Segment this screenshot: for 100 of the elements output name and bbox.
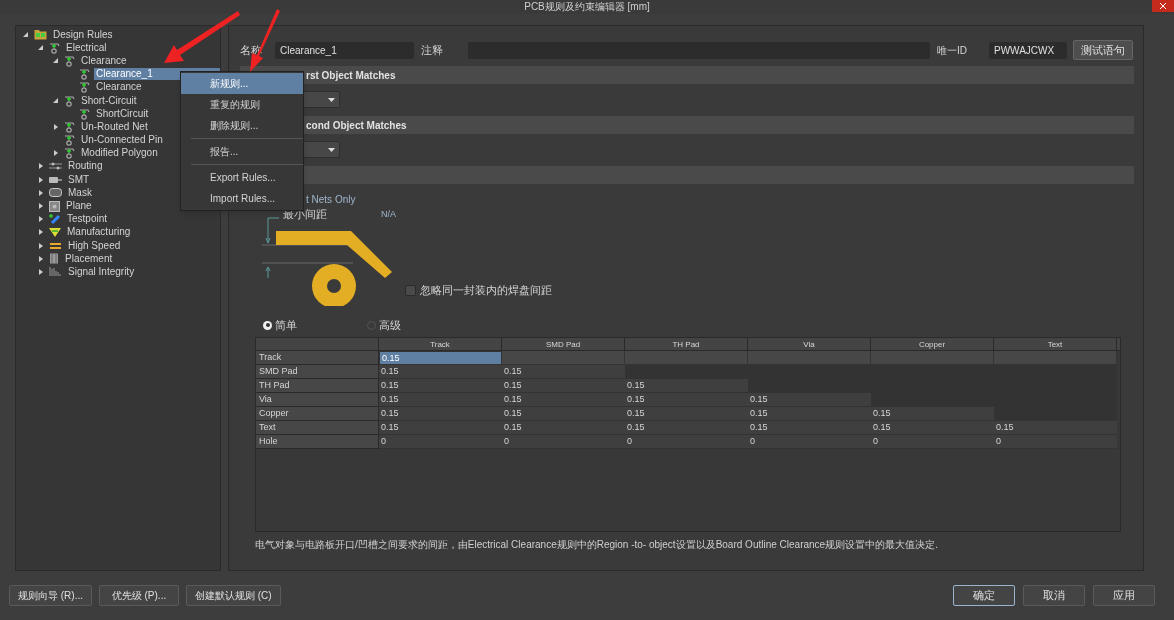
tree-item[interactable]: ShortCircuit	[94, 107, 151, 120]
probe-icon	[49, 213, 61, 226]
dialog-button[interactable]: 取消	[1023, 585, 1085, 606]
table-cell[interactable]: 0	[994, 435, 1117, 449]
table-cell[interactable]: 0.15	[379, 421, 502, 435]
table-cell[interactable]: 0.15	[379, 351, 502, 365]
menu-item[interactable]: 报告...	[181, 141, 303, 162]
table-cell[interactable]: 0.15	[502, 421, 625, 435]
table-cell[interactable]: 0	[625, 435, 748, 449]
menu-item[interactable]: 删除规则...	[181, 115, 303, 136]
dialog-button[interactable]: 规则向导 (R)...	[9, 585, 92, 606]
table-cell[interactable]: 0.15	[625, 421, 748, 435]
unique-id-field[interactable]: PWWAJCWX	[989, 41, 1067, 59]
dialog-button[interactable]: 优先级 (P)...	[99, 585, 179, 606]
min-clearance-value: N/A	[381, 207, 396, 221]
column-header: Text	[994, 338, 1117, 350]
collapse-toggle-icon[interactable]	[52, 96, 60, 105]
dialog-button[interactable]: 应用	[1093, 585, 1155, 606]
expand-toggle-icon[interactable]	[52, 122, 60, 131]
table-cell[interactable]: 0.15	[502, 407, 625, 421]
tree-item[interactable]: SMT	[66, 173, 92, 186]
table-cell[interactable]: 0.15	[994, 421, 1117, 435]
tree-item[interactable]: Manufacturing	[65, 226, 133, 239]
radio-button[interactable]	[263, 320, 272, 330]
expand-toggle-icon[interactable]	[37, 175, 45, 184]
table-cell[interactable]: 0.15	[379, 365, 502, 379]
expand-toggle-icon[interactable]	[37, 241, 45, 250]
tree-item[interactable]: Testpoint	[65, 213, 110, 226]
checkbox[interactable]	[405, 285, 416, 296]
expand-toggle-icon[interactable]	[52, 149, 60, 158]
table-cell[interactable]: 0.15	[502, 379, 625, 393]
table-cell[interactable]: 0.15	[748, 421, 871, 435]
tree-item[interactable]: High Speed	[66, 239, 123, 252]
placement-icon	[49, 253, 59, 265]
close-icon	[1160, 3, 1166, 9]
tree-item[interactable]: Modified Polygon	[79, 147, 160, 160]
tree-item[interactable]: Signal Integrity	[66, 265, 137, 278]
collapse-toggle-icon[interactable]	[37, 43, 45, 52]
dialog-button[interactable]: 确定	[953, 585, 1015, 606]
column-header: SMD Pad	[502, 338, 625, 350]
test-query-button[interactable]: 测试语句	[1073, 40, 1133, 60]
table-cell[interactable]: 0	[379, 435, 502, 449]
manufacturing-icon	[49, 226, 61, 238]
expand-toggle-icon[interactable]	[37, 228, 45, 237]
expand-toggle-icon[interactable]	[37, 254, 45, 263]
section-title: rst Object Matches	[306, 68, 396, 83]
name-field[interactable]: Clearance_1	[275, 41, 414, 59]
dialog-button[interactable]: 创建默认规则 (C)	[186, 585, 281, 606]
table-cell[interactable]: 0.15	[379, 379, 502, 393]
tree-item[interactable]: Design Rules	[51, 28, 115, 41]
expand-toggle-icon[interactable]	[37, 202, 45, 211]
section-title: cond Object Matches	[306, 118, 407, 133]
table-cell[interactable]: 0.15	[871, 407, 994, 421]
tree-item[interactable]: Placement	[63, 252, 115, 265]
rule-icon	[79, 68, 90, 81]
table-cell[interactable]: 0.15	[379, 393, 502, 407]
table-cell[interactable]: 0	[748, 435, 871, 449]
mask-icon	[49, 188, 62, 198]
expand-toggle-icon[interactable]	[37, 267, 45, 276]
table-cell[interactable]: 0.15	[625, 393, 748, 407]
table-cell[interactable]: 0	[502, 435, 625, 449]
menu-item[interactable]: 重复的规则	[181, 94, 303, 115]
collapse-toggle-icon[interactable]	[22, 30, 30, 39]
tree-item[interactable]: Plane	[64, 200, 94, 213]
tree-item[interactable]: Mask	[66, 186, 94, 199]
table-cell[interactable]: 0.15	[625, 407, 748, 421]
caret-icon	[328, 147, 335, 152]
rule-icon	[64, 54, 75, 67]
radio-label: 简单	[275, 317, 297, 333]
menu-item[interactable]: Export Rules...	[181, 167, 303, 188]
menu-item[interactable]: Import Rules...	[181, 188, 303, 209]
table-cell[interactable]: 0	[871, 435, 994, 449]
tree-item[interactable]: Clearance	[94, 81, 144, 94]
tree-item[interactable]: Clearance	[79, 54, 129, 67]
table-cell[interactable]: 0.15	[502, 393, 625, 407]
tree-item[interactable]: Electrical	[64, 41, 109, 54]
table-cell[interactable]: 0.15	[379, 407, 502, 421]
high-speed-icon	[49, 240, 62, 251]
table-cell[interactable]: 0.15	[748, 407, 871, 421]
window-title: PCB规则及约束编辑器 [mm]	[524, 0, 650, 14]
table-cell[interactable]: 0.15	[871, 421, 994, 435]
tree-item[interactable]: Routing	[66, 160, 105, 173]
row-header: Hole	[256, 435, 379, 449]
collapse-toggle-icon[interactable]	[52, 56, 60, 65]
tree-item[interactable]: Un-Connected Pin	[79, 134, 165, 147]
close-button[interactable]	[1152, 0, 1174, 12]
rule-icon	[64, 94, 75, 107]
table-cell[interactable]: 0.15	[502, 365, 625, 379]
row-header: Text	[256, 421, 379, 435]
tree-item[interactable]: Un-Routed Net	[79, 120, 150, 133]
tree-item[interactable]: Short-Circuit	[79, 94, 139, 107]
expand-toggle-icon[interactable]	[37, 162, 45, 171]
column-header: Track	[379, 338, 502, 350]
column-header: Via	[748, 338, 871, 350]
expand-toggle-icon[interactable]	[37, 188, 45, 197]
expand-toggle-icon[interactable]	[37, 215, 45, 224]
table-cell[interactable]: 0.15	[625, 379, 748, 393]
table-cell[interactable]: 0.15	[748, 393, 871, 407]
menu-item[interactable]: 新规则...	[181, 73, 303, 94]
column-header: TH Pad	[625, 338, 748, 350]
